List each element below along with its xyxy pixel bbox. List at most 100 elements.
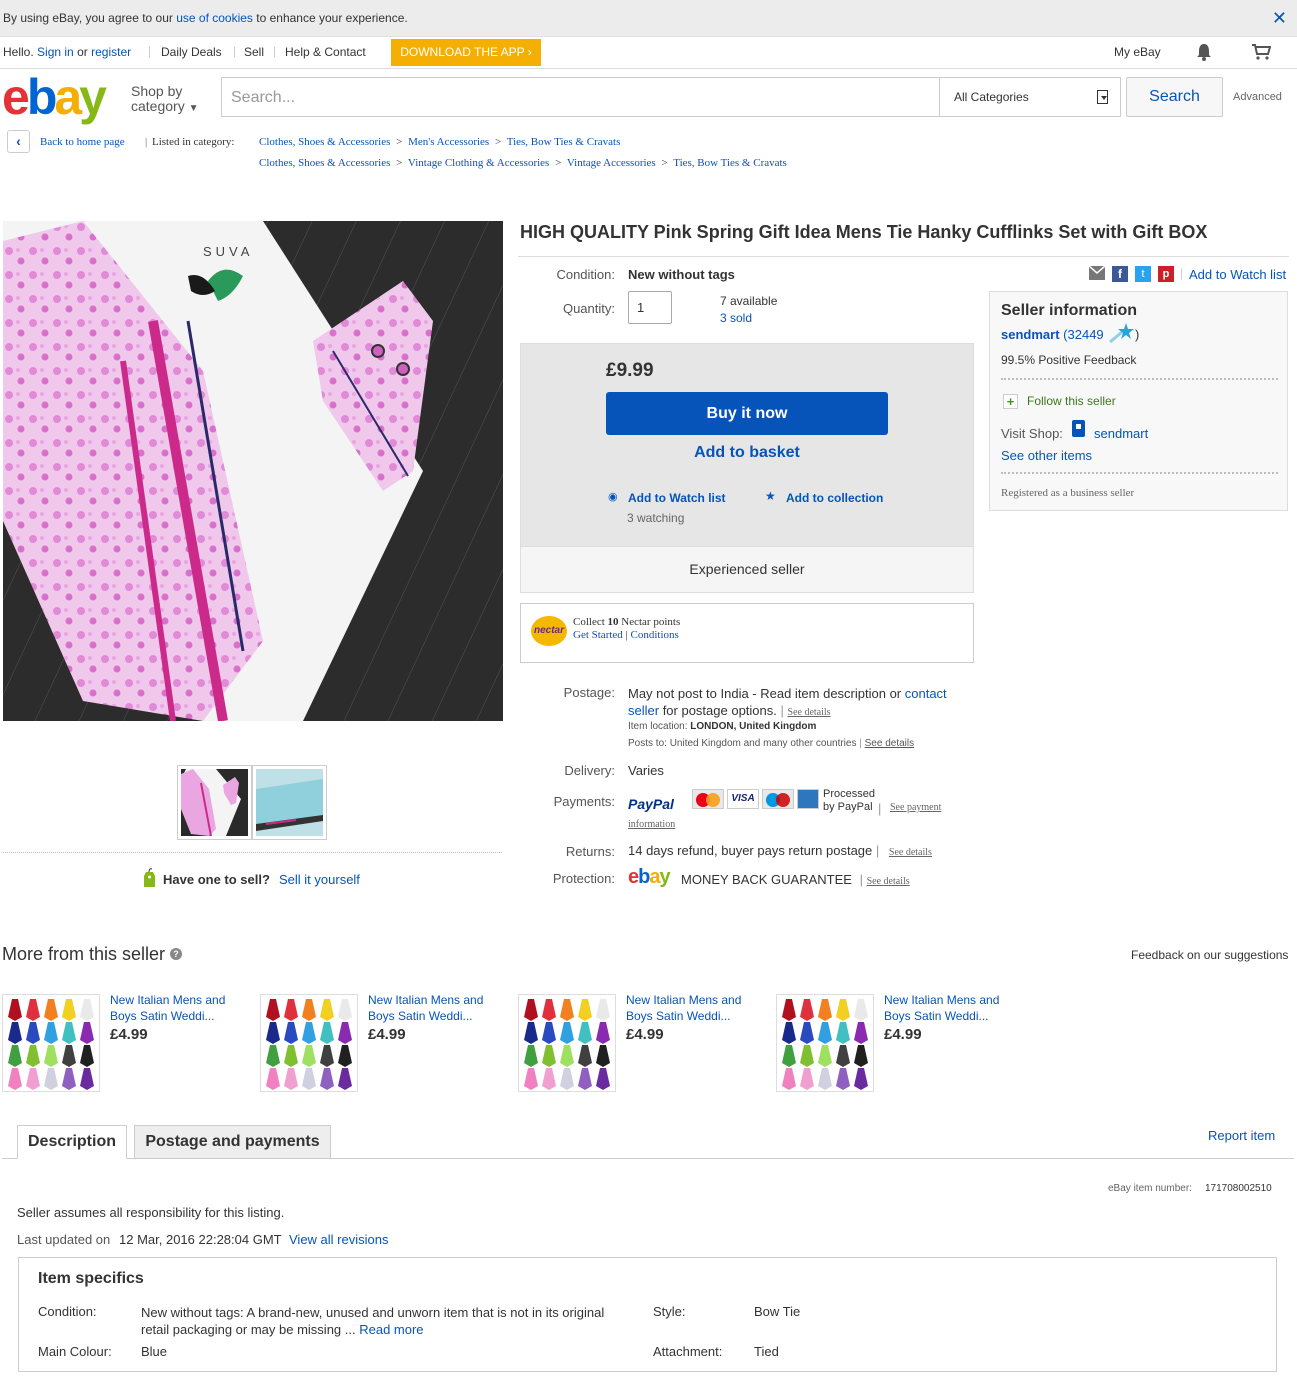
product-card-image[interactable] — [518, 994, 616, 1092]
product-card-image[interactable] — [260, 994, 358, 1092]
product-card-title[interactable]: New Italian Mens and Boys Satin Weddi... — [626, 992, 756, 1024]
follow-seller-link[interactable]: Follow this seller — [1027, 394, 1116, 408]
seller-name-link[interactable]: sendmart — [1001, 327, 1060, 342]
see-payment-link-cont[interactable]: information — [628, 819, 675, 830]
sell-link[interactable]: Sell — [244, 45, 264, 59]
see-payment-link[interactable]: See payment — [890, 802, 941, 813]
conditions-link[interactable]: Conditions — [631, 629, 679, 641]
help-contact-link[interactable]: Help & Contact — [285, 45, 366, 59]
product-card-image[interactable] — [776, 994, 874, 1092]
shop-by-category-button[interactable]: Shop by category ▼ — [131, 84, 199, 116]
nav-divider: | — [273, 44, 277, 58]
back-to-home-link[interactable]: Back to home page — [40, 136, 125, 148]
tab-description[interactable]: Description — [17, 1125, 127, 1159]
bell-icon[interactable] — [1196, 43, 1212, 64]
advanced-search-link[interactable]: Advanced — [1233, 91, 1282, 103]
get-started-link[interactable]: Get Started — [573, 629, 623, 641]
logo-letter: a — [54, 69, 82, 125]
maestro-icon — [762, 789, 794, 809]
spec-style-value: Bow Tie — [754, 1304, 801, 1319]
view-all-revisions-link[interactable]: View all revisions — [289, 1232, 388, 1247]
shop-name-link[interactable]: sendmart — [1094, 426, 1148, 441]
processed-by-paypal: Processed by PayPal — [823, 788, 875, 813]
sell-it-yourself-link[interactable]: Sell it yourself — [279, 872, 360, 887]
daily-deals-link[interactable]: Daily Deals — [161, 45, 222, 59]
ebay-small-logo: ebay — [628, 866, 671, 888]
product-card[interactable]: New Italian Mens and Boys Satin Weddi...… — [518, 992, 758, 1094]
search-input[interactable]: Search... — [221, 77, 939, 117]
tab-divider — [2, 1158, 1294, 1159]
nectar-links: Get Started | Conditions — [573, 629, 679, 641]
breadcrumb-link[interactable]: Vintage Clothing & Accessories — [408, 157, 549, 169]
last-updated-label: Last updated on — [17, 1232, 111, 1247]
breadcrumb-link[interactable]: Ties, Bow Ties & Cravats — [507, 136, 621, 148]
add-to-collection-button[interactable]: Add to collection — [786, 491, 883, 505]
cookie-link[interactable]: use of cookies — [176, 11, 253, 25]
protection-label: Protection: — [552, 871, 615, 886]
close-icon[interactable]: ✕ — [1272, 8, 1287, 29]
feedback-suggestions-link[interactable]: Feedback on our suggestions — [1131, 948, 1288, 962]
product-card[interactable]: New Italian Mens and Boys Satin Weddi...… — [2, 992, 242, 1094]
quantity-label: Quantity: — [562, 301, 615, 316]
payments-label: Payments: — [553, 794, 615, 809]
add-to-watch-list-button[interactable]: Add to Watch list — [628, 491, 726, 505]
register-link[interactable]: register — [91, 45, 131, 59]
ebay-logo[interactable]: ebay — [2, 72, 120, 124]
breadcrumb-link[interactable]: Clothes, Shoes & Accessories — [259, 136, 390, 148]
see-other-items-link[interactable]: See other items — [1001, 448, 1092, 463]
chevron-down-icon: ▼ — [188, 103, 199, 114]
tab-postage-payments[interactable]: Postage and payments — [134, 1125, 331, 1159]
sign-in-link[interactable]: Sign in — [37, 45, 74, 59]
product-card[interactable]: New Italian Mens and Boys Satin Weddi...… — [260, 992, 500, 1094]
breadcrumb-link[interactable]: Clothes, Shoes & Accessories — [259, 157, 390, 169]
report-item-link[interactable]: Report item — [1208, 1128, 1275, 1143]
add-to-watch-list-link-top[interactable]: Add to Watch list — [1189, 267, 1286, 282]
product-card-image[interactable] — [2, 994, 100, 1092]
buy-it-now-button[interactable]: Buy it now — [606, 392, 888, 435]
breadcrumb-link[interactable]: Men's Accessories — [408, 136, 489, 148]
search-button[interactable]: Search — [1126, 77, 1223, 117]
seller-info-heading: Seller information — [1001, 302, 1138, 319]
divider: | — [1180, 266, 1184, 280]
delivery-label: Delivery: — [564, 763, 615, 778]
plus-icon[interactable]: + — [1003, 394, 1018, 409]
read-more-link[interactable]: Read more — [359, 1322, 423, 1337]
pinterest-icon[interactable]: p — [1158, 266, 1174, 282]
responsibility-text: Seller assumes all responsibility for th… — [17, 1205, 285, 1220]
my-ebay-link[interactable]: My eBay — [1114, 45, 1161, 59]
email-share-icon[interactable] — [1088, 265, 1106, 280]
facebook-icon[interactable]: f — [1112, 266, 1128, 282]
feedback-score-link[interactable]: 32449 — [1068, 327, 1104, 342]
quantity-input[interactable]: 1 — [628, 291, 672, 324]
product-card-price: £4.99 — [368, 1026, 406, 1043]
visa-icon: VISA — [727, 789, 759, 809]
product-card-title[interactable]: New Italian Mens and Boys Satin Weddi... — [884, 992, 1014, 1024]
sold-count-link[interactable]: 3 sold — [720, 311, 752, 325]
postage-label: Postage: — [563, 685, 615, 700]
see-details-link[interactable]: See details — [867, 876, 910, 887]
positive-feedback: 99.5% Positive Feedback — [1001, 353, 1137, 367]
category-select[interactable]: All Categories — [939, 77, 1121, 117]
product-card[interactable]: New Italian Mens and Boys Satin Weddi...… — [776, 992, 1016, 1094]
postage-text: May not post to India - Read item descri… — [628, 686, 947, 718]
back-arrow-icon[interactable]: ‹ — [7, 130, 30, 153]
breadcrumb-link[interactable]: Vintage Accessories — [567, 157, 656, 169]
listed-in-label: Listed in category: — [152, 136, 235, 148]
add-to-basket-button[interactable]: Add to basket — [606, 444, 888, 466]
see-details-link[interactable]: See details — [788, 707, 831, 718]
twitter-icon[interactable]: t — [1135, 266, 1151, 282]
product-thumbnail[interactable] — [252, 765, 327, 840]
download-app-button[interactable]: DOWNLOAD THE APP › — [391, 39, 541, 66]
see-details-link[interactable]: See details — [889, 847, 932, 858]
product-image[interactable]: SUVA — [3, 221, 503, 721]
item-specifics-heading: Item specifics — [38, 1270, 144, 1287]
product-card-title[interactable]: New Italian Mens and Boys Satin Weddi... — [110, 992, 240, 1024]
cart-icon[interactable] — [1251, 44, 1272, 63]
product-thumbnail[interactable] — [177, 765, 252, 840]
see-details-link[interactable]: See details — [865, 738, 914, 749]
help-icon[interactable]: ? — [170, 948, 182, 960]
breadcrumb-link[interactable]: Ties, Bow Ties & Cravats — [673, 157, 787, 169]
divider — [518, 256, 1289, 257]
mastercard-icon — [692, 789, 724, 809]
product-card-title[interactable]: New Italian Mens and Boys Satin Weddi... — [368, 992, 498, 1024]
